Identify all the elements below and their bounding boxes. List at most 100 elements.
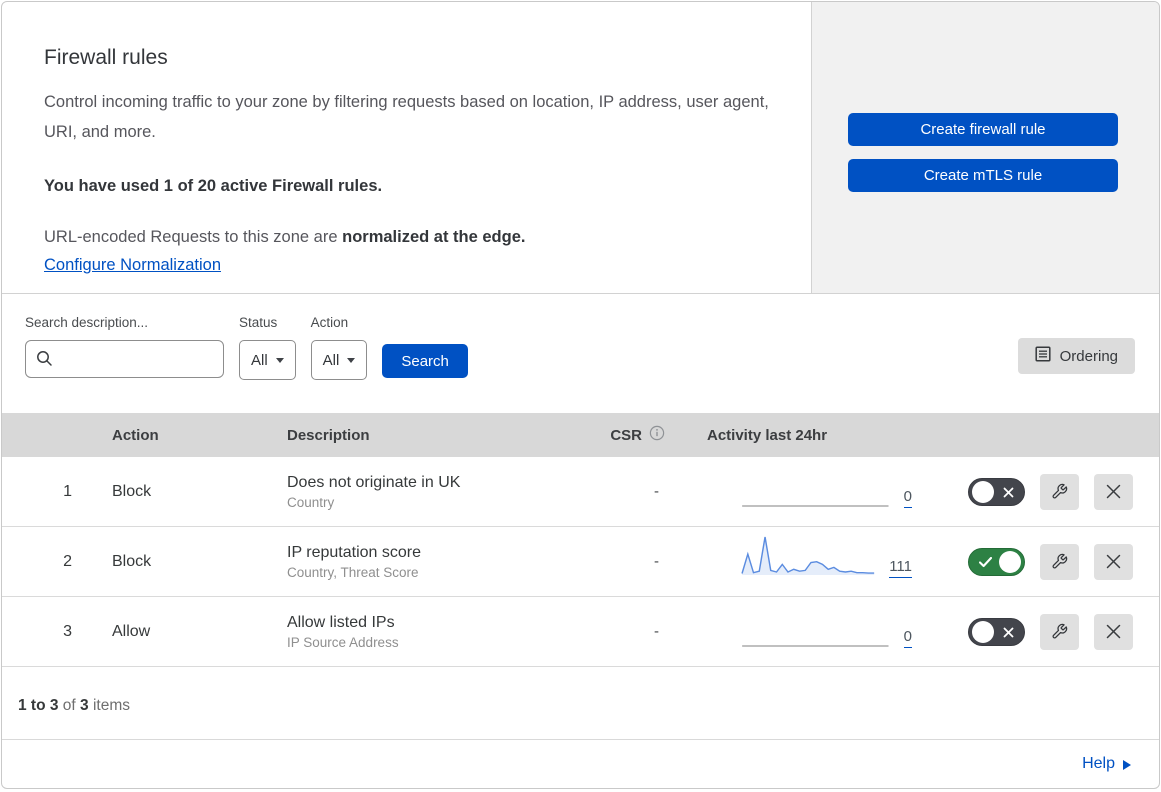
page-description: Control incoming traffic to your zone by… — [44, 93, 769, 141]
rule-action: Block — [112, 482, 152, 500]
create-mtls-rule-button[interactable]: Create mTLS rule — [848, 159, 1118, 192]
ordering-button[interactable]: Ordering — [1017, 338, 1135, 374]
ordering-list-icon — [1035, 346, 1051, 366]
rule-enabled-toggle[interactable] — [968, 547, 1025, 576]
close-icon — [1106, 484, 1121, 499]
table-row: 1 Block Does not originate in UK Country… — [2, 457, 1159, 527]
rule-controls — [936, 543, 1159, 580]
usage-notice: You have used 1 of 20 active Firewall ru… — [44, 177, 383, 195]
search-label: Search description... — [25, 315, 149, 330]
action-dropdown[interactable]: All — [310, 340, 368, 380]
arrow-right-icon — [1123, 760, 1131, 770]
rule-description-cell: Allow listed IPs IP Source Address — [271, 614, 591, 650]
normalization-prefix: URL-encoded Requests to this zone are — [44, 228, 338, 246]
wrench-icon — [1052, 553, 1068, 569]
rule-csr: - — [654, 483, 659, 500]
check-icon — [979, 556, 992, 567]
close-icon — [1106, 554, 1121, 569]
rule-priority: 2 — [63, 552, 72, 570]
delete-rule-button[interactable] — [1094, 543, 1133, 580]
edit-rule-button[interactable] — [1040, 613, 1079, 650]
rule-csr: - — [654, 553, 659, 570]
configure-normalization-link[interactable]: Configure Normalization — [44, 256, 221, 274]
help-link-label: Help — [1082, 755, 1115, 772]
delete-rule-button[interactable] — [1094, 613, 1133, 650]
rule-activity-cell: 0 — [691, 602, 936, 661]
close-icon — [1106, 624, 1121, 639]
firewall-rules-card: Firewall rules Control incoming traffic … — [1, 1, 1160, 789]
search-icon — [36, 350, 53, 372]
x-mark-icon — [1003, 627, 1014, 637]
help-bar: Help — [2, 739, 1159, 788]
action-filter-group: Action All — [310, 315, 368, 380]
help-link[interactable]: Help — [1082, 755, 1131, 773]
rule-description-cell: IP reputation score Country, Threat Scor… — [271, 544, 591, 580]
rule-description: Does not originate in UK — [287, 473, 461, 491]
pagination-summary: 1 to 3 of 3 items — [2, 667, 1159, 739]
search-input[interactable] — [25, 340, 224, 378]
description-column-header: Description — [287, 426, 370, 444]
toggle-knob — [999, 550, 1021, 573]
status-filter-group: Status All — [239, 315, 296, 380]
info-icon[interactable] — [649, 425, 665, 445]
x-mark-icon — [1003, 487, 1014, 497]
table-row: 2 Block IP reputation score Country, Thr… — [2, 527, 1159, 597]
activity-count-link[interactable]: 0 — [903, 628, 912, 648]
chevron-down-icon — [275, 357, 284, 363]
activity-count-link[interactable]: 111 — [889, 558, 912, 578]
rule-activity-cell: 0 — [691, 462, 936, 521]
rule-action: Block — [112, 552, 152, 570]
ordering-button-label: Ordering — [1059, 347, 1118, 365]
rule-action: Allow — [112, 622, 151, 640]
status-dropdown-value: All — [251, 351, 268, 369]
rule-description: Allow listed IPs — [287, 613, 395, 631]
edit-rule-button[interactable] — [1040, 473, 1079, 510]
activity-sparkline — [742, 645, 889, 647]
wrench-icon — [1052, 483, 1068, 499]
action-panel: Create firewall rule Create mTLS rule — [811, 2, 1159, 293]
normalization-bold: normalized at the edge. — [342, 228, 526, 246]
of-label: of — [62, 697, 76, 714]
wrench-icon — [1052, 623, 1068, 639]
csr-column-label: CSR — [610, 426, 642, 444]
action-label: Action — [310, 315, 349, 330]
rule-controls — [936, 613, 1159, 650]
rule-priority: 1 — [63, 482, 72, 500]
filter-bar: Search description... Status All Action … — [2, 294, 1159, 406]
action-dropdown-value: All — [322, 351, 340, 369]
chevron-down-icon — [347, 357, 356, 363]
rule-enabled-toggle[interactable] — [968, 617, 1025, 646]
normalization-text: URL-encoded Requests to this zone are no… — [44, 228, 781, 247]
rule-priority: 3 — [63, 622, 72, 640]
activity-sparkline — [741, 536, 875, 575]
edit-rule-button[interactable] — [1040, 543, 1079, 580]
status-label: Status — [239, 315, 278, 330]
status-dropdown[interactable]: All — [239, 340, 296, 380]
rule-fields: Country, Threat Score — [287, 564, 419, 580]
items-total: 3 — [80, 697, 89, 714]
header-section: Firewall rules Control incoming traffic … — [2, 2, 1159, 294]
rule-description-cell: Does not originate in UK Country — [271, 474, 591, 510]
table-row: 3 Allow Allow listed IPs IP Source Addre… — [2, 597, 1159, 667]
search-button[interactable]: Search — [382, 344, 468, 378]
header-text-block: Firewall rules Control incoming traffic … — [2, 2, 811, 293]
items-range: 1 to 3 — [18, 697, 59, 714]
search-box — [25, 340, 224, 378]
action-column-header: Action — [112, 426, 159, 444]
create-firewall-rule-button[interactable]: Create firewall rule — [848, 113, 1118, 146]
delete-rule-button[interactable] — [1094, 473, 1133, 510]
rule-fields: IP Source Address — [287, 634, 399, 650]
search-filter-group: Search description... — [25, 315, 224, 378]
activity-count-link[interactable]: 0 — [903, 488, 912, 508]
rule-fields: Country — [287, 494, 335, 510]
rule-enabled-toggle[interactable] — [968, 477, 1025, 506]
rule-csr: - — [654, 623, 659, 640]
toggle-knob — [972, 620, 994, 643]
activity-column-header: Activity last 24hr — [707, 426, 828, 444]
csr-column-header: CSR — [591, 425, 691, 445]
rule-description: IP reputation score — [287, 543, 422, 561]
page-title: Firewall rules — [44, 46, 168, 69]
toggle-knob — [972, 480, 994, 503]
activity-sparkline — [742, 505, 889, 507]
rule-activity-cell: 111 — [691, 532, 936, 591]
